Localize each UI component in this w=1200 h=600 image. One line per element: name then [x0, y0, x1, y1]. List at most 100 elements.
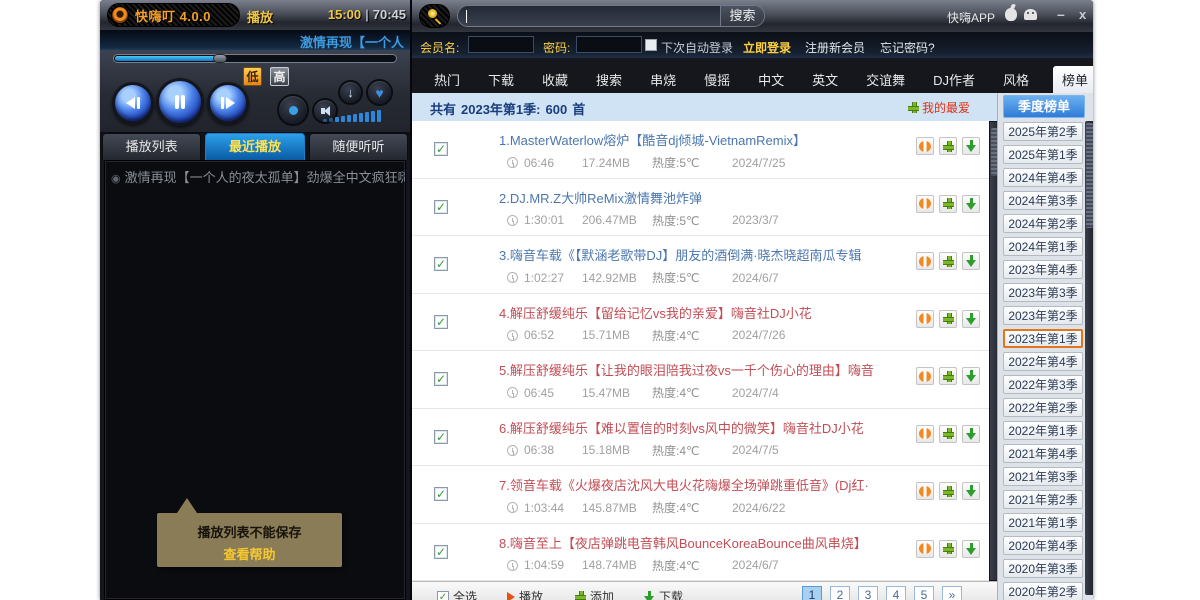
- forgot-password-link[interactable]: 忘记密码?: [880, 39, 935, 56]
- login-now-button[interactable]: 立即登录: [743, 39, 791, 56]
- username-field[interactable]: [468, 36, 534, 53]
- nav-tab-4[interactable]: 串烧: [646, 66, 680, 93]
- seek-bar[interactable]: [113, 54, 397, 63]
- song-title[interactable]: 1.MasterWaterlow熔炉【酷音dj倾城-VietnamRemix】: [499, 130, 806, 149]
- search-button[interactable]: 搜索: [720, 6, 764, 26]
- song-title[interactable]: 4.解压舒缓纯乐【留给记忆vs我的亲爱】嗨音社DJ小花: [499, 303, 812, 322]
- song-checkbox[interactable]: ✓: [434, 372, 448, 386]
- add-song-button[interactable]: [939, 252, 957, 270]
- recent-song-item[interactable]: ◉激情再现【一个人的夜太孤单】劲爆全中文疯狂嗨串: [105, 161, 405, 192]
- playlist-tab-1[interactable]: 最近播放: [205, 133, 304, 160]
- nav-tab-2[interactable]: 收藏: [538, 66, 572, 93]
- record-button[interactable]: [277, 94, 309, 126]
- seek-knob[interactable]: [213, 54, 227, 63]
- sidebar-item-8[interactable]: 2023年第2季: [1003, 306, 1083, 325]
- download-song-button[interactable]: [962, 425, 980, 443]
- sidebar-item-4[interactable]: 2024年第2季: [1003, 214, 1083, 233]
- sidebar-item-2[interactable]: 2024年第4季: [1003, 168, 1083, 187]
- quality-low-button[interactable]: 低: [243, 67, 262, 86]
- nav-tab-6[interactable]: 中文: [754, 66, 788, 93]
- search-input[interactable]: [468, 8, 718, 24]
- page-button-4[interactable]: 4: [886, 586, 906, 600]
- play-selected-button[interactable]: 播放: [507, 588, 543, 600]
- download-selected-button[interactable]: 下载: [644, 588, 683, 600]
- playlist-tab-0[interactable]: 播放列表: [102, 133, 201, 160]
- download-song-button[interactable]: [962, 367, 980, 385]
- next-button[interactable]: [207, 82, 249, 124]
- download-song-button[interactable]: [962, 195, 980, 213]
- nav-tab-1[interactable]: 下载: [484, 66, 518, 93]
- close-button[interactable]: x: [1079, 7, 1086, 22]
- add-song-button[interactable]: [939, 367, 957, 385]
- add-song-button[interactable]: [939, 482, 957, 500]
- audition-button[interactable]: [916, 137, 934, 155]
- song-title[interactable]: 2.DJ.MR.Z大帅ReMix激情舞池炸弹: [499, 188, 702, 207]
- sidebar-item-17[interactable]: 2021年第1季: [1003, 513, 1083, 532]
- apple-icon[interactable]: [1005, 8, 1017, 21]
- select-all-checkbox[interactable]: ✓: [437, 591, 449, 600]
- song-checkbox[interactable]: ✓: [434, 142, 448, 156]
- playlist-tab-2[interactable]: 随便听听: [309, 133, 408, 160]
- sidebar-item-7[interactable]: 2023年第3季: [1003, 283, 1083, 302]
- sidebar-item-10[interactable]: 2022年第4季: [1003, 352, 1083, 371]
- song-title[interactable]: 7.领音车载《火爆夜店沈风大电火花嗨爆全场弹跳重低音》(Dj红·: [499, 475, 869, 494]
- nav-tab-9[interactable]: DJ作者: [929, 66, 979, 93]
- player-titlebar[interactable]: 快嗨叮 4.0.0 播放 15:00|70:45: [100, 0, 410, 30]
- sidebar-scrollbar[interactable]: [1085, 121, 1093, 595]
- song-title[interactable]: 5.解压舒缓纯乐【让我的眼泪陪我过夜vs一千个伤心的理由】嗨音: [499, 360, 874, 379]
- song-checkbox[interactable]: ✓: [434, 487, 448, 501]
- add-song-button[interactable]: [939, 195, 957, 213]
- download-song-button[interactable]: [962, 252, 980, 270]
- audition-button[interactable]: [916, 195, 934, 213]
- audition-button[interactable]: [916, 310, 934, 328]
- add-selected-button[interactable]: 添加: [575, 588, 614, 600]
- sidebar-item-18[interactable]: 2020年第4季: [1003, 536, 1083, 555]
- audition-button[interactable]: [916, 540, 934, 558]
- nav-tab-3[interactable]: 搜索: [592, 66, 626, 93]
- page-button-»[interactable]: »: [942, 586, 962, 600]
- sidebar-item-12[interactable]: 2022年第2季: [1003, 398, 1083, 417]
- select-all-control[interactable]: ✓ 全选: [437, 588, 477, 600]
- sidebar-item-16[interactable]: 2021年第2季: [1003, 490, 1083, 509]
- audition-button[interactable]: [916, 367, 934, 385]
- page-button-3[interactable]: 3: [858, 586, 878, 600]
- register-link[interactable]: 注册新会员: [805, 39, 865, 56]
- song-checkbox[interactable]: ✓: [434, 200, 448, 214]
- top-search-bar[interactable]: 搜索 快嗨APP – x: [412, 0, 1093, 32]
- download-song-button[interactable]: [962, 540, 980, 558]
- quality-high-button[interactable]: 高: [270, 67, 289, 86]
- song-title[interactable]: 6.解压舒缓纯乐【难以置信的时刻vs风中的微笑】嗨音社DJ小花: [499, 418, 864, 437]
- nav-tab-10[interactable]: 风格: [999, 66, 1033, 93]
- auto-login-checkbox[interactable]: [645, 39, 657, 51]
- add-song-button[interactable]: [939, 425, 957, 443]
- song-checkbox[interactable]: ✓: [434, 545, 448, 559]
- add-song-button[interactable]: [939, 310, 957, 328]
- song-checkbox[interactable]: ✓: [434, 430, 448, 444]
- song-checkbox[interactable]: ✓: [434, 315, 448, 329]
- nav-tab-7[interactable]: 英文: [808, 66, 842, 93]
- nav-tab-5[interactable]: 慢摇: [700, 66, 734, 93]
- sidebar-item-3[interactable]: 2024年第3季: [1003, 191, 1083, 210]
- download-song-button[interactable]: [962, 137, 980, 155]
- view-help-link[interactable]: 查看帮助: [157, 544, 342, 563]
- sidebar-item-20[interactable]: 2020年第2季: [1003, 582, 1083, 600]
- search-mode-button[interactable]: [419, 4, 450, 28]
- audition-button[interactable]: [916, 425, 934, 443]
- song-title[interactable]: 3.嗨音车载《【默涵老歌带DJ】朋友的酒倒满·晓杰晓超南瓜专辑: [499, 245, 862, 264]
- pause-button[interactable]: [156, 78, 204, 126]
- sidebar-item-13[interactable]: 2022年第1季: [1003, 421, 1083, 440]
- add-song-button[interactable]: [939, 137, 957, 155]
- minimize-button[interactable]: –: [1057, 6, 1065, 22]
- sidebar-item-19[interactable]: 2020年第3季: [1003, 559, 1083, 578]
- download-song-button[interactable]: [962, 482, 980, 500]
- sidebar-scrollbar-thumb[interactable]: [1086, 123, 1093, 228]
- page-button-5[interactable]: 5: [914, 586, 934, 600]
- volume-bars[interactable]: [323, 108, 395, 122]
- my-favorites-button[interactable]: 我的最爱: [908, 99, 970, 116]
- audition-button[interactable]: [916, 482, 934, 500]
- page-button-2[interactable]: 2: [830, 586, 850, 600]
- sidebar-item-15[interactable]: 2021年第3季: [1003, 467, 1083, 486]
- nav-tab-0[interactable]: 热门: [430, 66, 464, 93]
- download-song-button[interactable]: [962, 310, 980, 328]
- android-icon[interactable]: [1024, 9, 1037, 20]
